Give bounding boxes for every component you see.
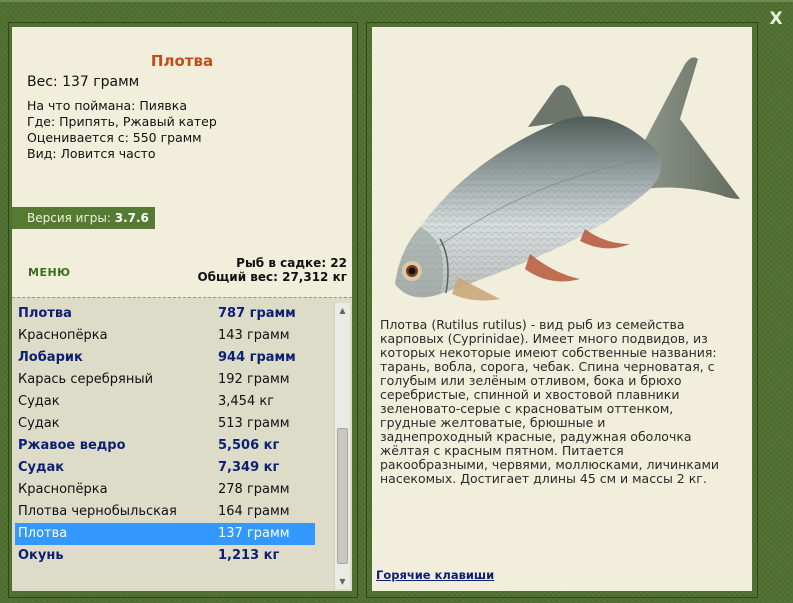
catch-fish-weight: 192 грамм <box>218 372 290 387</box>
catch-list-row[interactable]: Ржавое ведро 5,506 кг <box>12 435 332 457</box>
catch-fish-name: Судак <box>18 416 60 431</box>
catch-fish-weight: 7,349 кг <box>218 460 280 475</box>
fish-kind: Вид: Ловится часто <box>27 146 156 161</box>
scrollbar-thumb[interactable] <box>337 428 348 564</box>
catch-fish-name: Лобарик <box>18 350 83 365</box>
menu-button[interactable]: МЕНЮ <box>28 266 71 279</box>
catch-fish-weight: 164 грамм <box>218 504 290 519</box>
keepnet-total-weight: Общий вес: 27,312 кг <box>197 270 347 284</box>
catch-list-row[interactable]: Карась серебряный 192 грамм <box>12 369 332 391</box>
catch-fish-name: Ржавое ведро <box>18 438 126 453</box>
catch-fish-name: Плотва чернобыльская <box>18 504 177 519</box>
catch-fish-weight: 143 грамм <box>218 328 290 343</box>
catch-fish-name: Краснопёрка <box>18 328 108 343</box>
fish-value: Оценивается с: 550 грамм <box>27 130 202 145</box>
fish-info-panel: Плотва Вес: 137 грамм На что поймана: Пи… <box>12 27 352 297</box>
keepnet-count: Рыб в садке: 22 <box>236 256 347 270</box>
catch-fish-weight: 137 грамм <box>218 526 290 541</box>
catch-list-scrollbar[interactable]: ▲ ▼ <box>334 303 350 589</box>
scroll-down-icon[interactable]: ▼ <box>335 574 350 589</box>
catch-fish-name: Судак <box>18 394 60 409</box>
catch-fish-weight: 787 грамм <box>218 306 296 321</box>
catch-fish-weight: 944 грамм <box>218 350 296 365</box>
fish-description: Плотва (Rutilus rutilus) - вид рыб из се… <box>380 317 720 486</box>
catch-list-row-selected[interactable]: Плотва 137 грамм <box>15 523 315 545</box>
fish-location: Где: Припять, Ржавый катер <box>27 114 217 129</box>
catch-fish-name: Карась серебряный <box>18 372 154 387</box>
catch-fish-weight: 3,454 кг <box>218 394 275 409</box>
catch-fish-weight: 1,213 кг <box>218 548 280 563</box>
fish-weight: Вес: 137 грамм <box>27 74 140 90</box>
catch-list[interactable]: Плотва 787 грамм Краснопёрка 143 грамм Лобар… <box>12 303 332 567</box>
fish-bait: На что поймана: Пиявка <box>27 98 187 113</box>
catch-list-row[interactable]: Краснопёрка 278 грамм <box>12 479 332 501</box>
catch-list-row[interactable]: Плотва 787 грамм <box>12 303 332 325</box>
catch-fish-name: Плотва <box>18 526 68 541</box>
version-badge: Версия игры: 3.7.6 <box>12 207 155 229</box>
close-icon[interactable]: X <box>766 9 786 29</box>
version-value: 3.7.6 <box>114 211 149 225</box>
catch-list-row[interactable]: Краснопёрка 143 грамм <box>12 325 332 347</box>
catch-list-panel: Плотва 787 грамм Краснопёрка 143 грамм Лобар… <box>12 297 352 591</box>
fish-image <box>395 57 740 301</box>
catch-fish-name: Окунь <box>18 548 64 563</box>
fish-title: Плотва <box>150 52 214 70</box>
catch-list-row[interactable]: Окунь 1,213 кг <box>12 545 332 567</box>
keepnet-summary: Рыб в садке: 22 Общий вес: 27,312 кг <box>197 256 347 284</box>
catch-fish-name: Плотва <box>18 306 72 321</box>
fish-detail-panel: Плотва (Rutilus rutilus) - вид рыб из се… <box>372 27 752 591</box>
catch-list-row[interactable]: Судак 7,349 кг <box>12 457 332 479</box>
catch-fish-weight: 278 грамм <box>218 482 290 497</box>
catch-fish-name: Краснопёрка <box>18 482 108 497</box>
catch-list-row[interactable]: Лобарик 944 грамм <box>12 347 332 369</box>
version-label: Версия игры: <box>27 211 111 225</box>
catch-list-row[interactable]: Плотва чернобыльская 164 грамм <box>12 501 332 523</box>
catch-list-row[interactable]: Судак 513 грамм <box>12 413 332 435</box>
catch-fish-name: Судак <box>18 460 65 475</box>
scroll-up-icon[interactable]: ▲ <box>335 303 350 318</box>
catch-fish-weight: 513 грамм <box>218 416 290 431</box>
hotkeys-link[interactable]: Горячие клавиши <box>376 568 494 582</box>
catch-list-row[interactable]: Судак 3,454 кг <box>12 391 332 413</box>
catch-fish-weight: 5,506 кг <box>218 438 280 453</box>
